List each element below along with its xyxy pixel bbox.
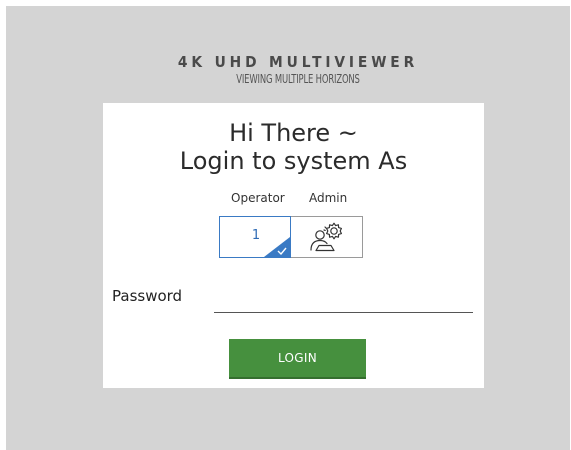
role-admin-option[interactable]	[291, 216, 363, 258]
selected-check-icon	[264, 237, 290, 257]
greeting-line-2: Login to system As	[179, 147, 408, 175]
login-card: Hi There ~ Login to system As Operator A…	[103, 103, 484, 388]
admin-label: Admin	[309, 191, 348, 205]
login-button[interactable]: LOGIN	[229, 339, 366, 379]
brand-header: 4K UHD MULTIVIEWER VIEWING MULTIPLE HORI…	[6, 53, 571, 87]
login-page-background: 4K UHD MULTIVIEWER VIEWING MULTIPLE HORI…	[6, 6, 570, 450]
brand-title: 4K UHD MULTIVIEWER	[177, 53, 419, 71]
password-input[interactable]	[214, 288, 473, 313]
brand-subtitle: VIEWING MULTIPLE HORIZONS	[236, 72, 360, 86]
password-label: Password	[112, 287, 183, 305]
admin-settings-icon	[310, 222, 342, 252]
role-operator-option[interactable]: 1	[219, 216, 291, 258]
operator-label: Operator	[231, 191, 285, 205]
greeting-line-1: Hi There ~	[229, 119, 358, 147]
greeting-heading: Hi There ~ Login to system As	[103, 119, 484, 175]
